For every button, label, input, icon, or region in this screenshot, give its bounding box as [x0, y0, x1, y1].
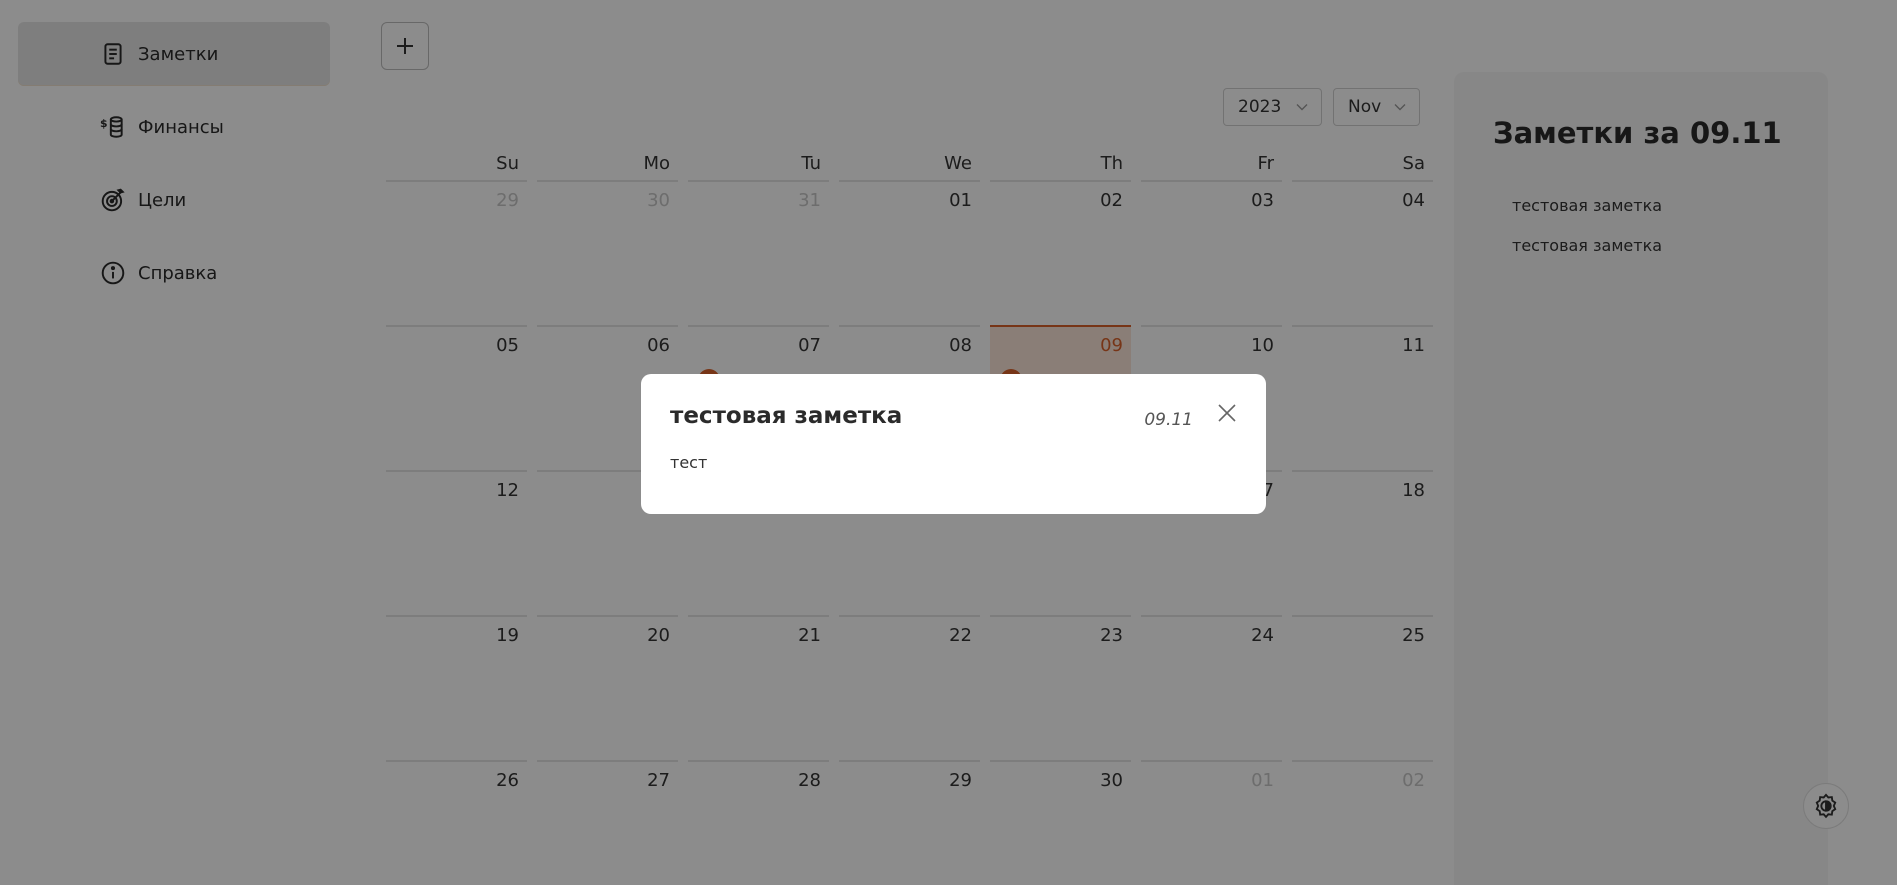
note-modal: тестовая заметка 09.11 тест	[641, 374, 1266, 514]
modal-date: 09.11	[1144, 410, 1193, 430]
modal-close-button[interactable]	[1212, 398, 1242, 428]
app-root: Заметки $ Финансы Цели Справка 2023 Nov …	[0, 0, 1897, 885]
modal-body: тест	[670, 453, 708, 472]
modal-title: тестовая заметка	[670, 403, 903, 429]
close-icon	[1218, 404, 1236, 422]
